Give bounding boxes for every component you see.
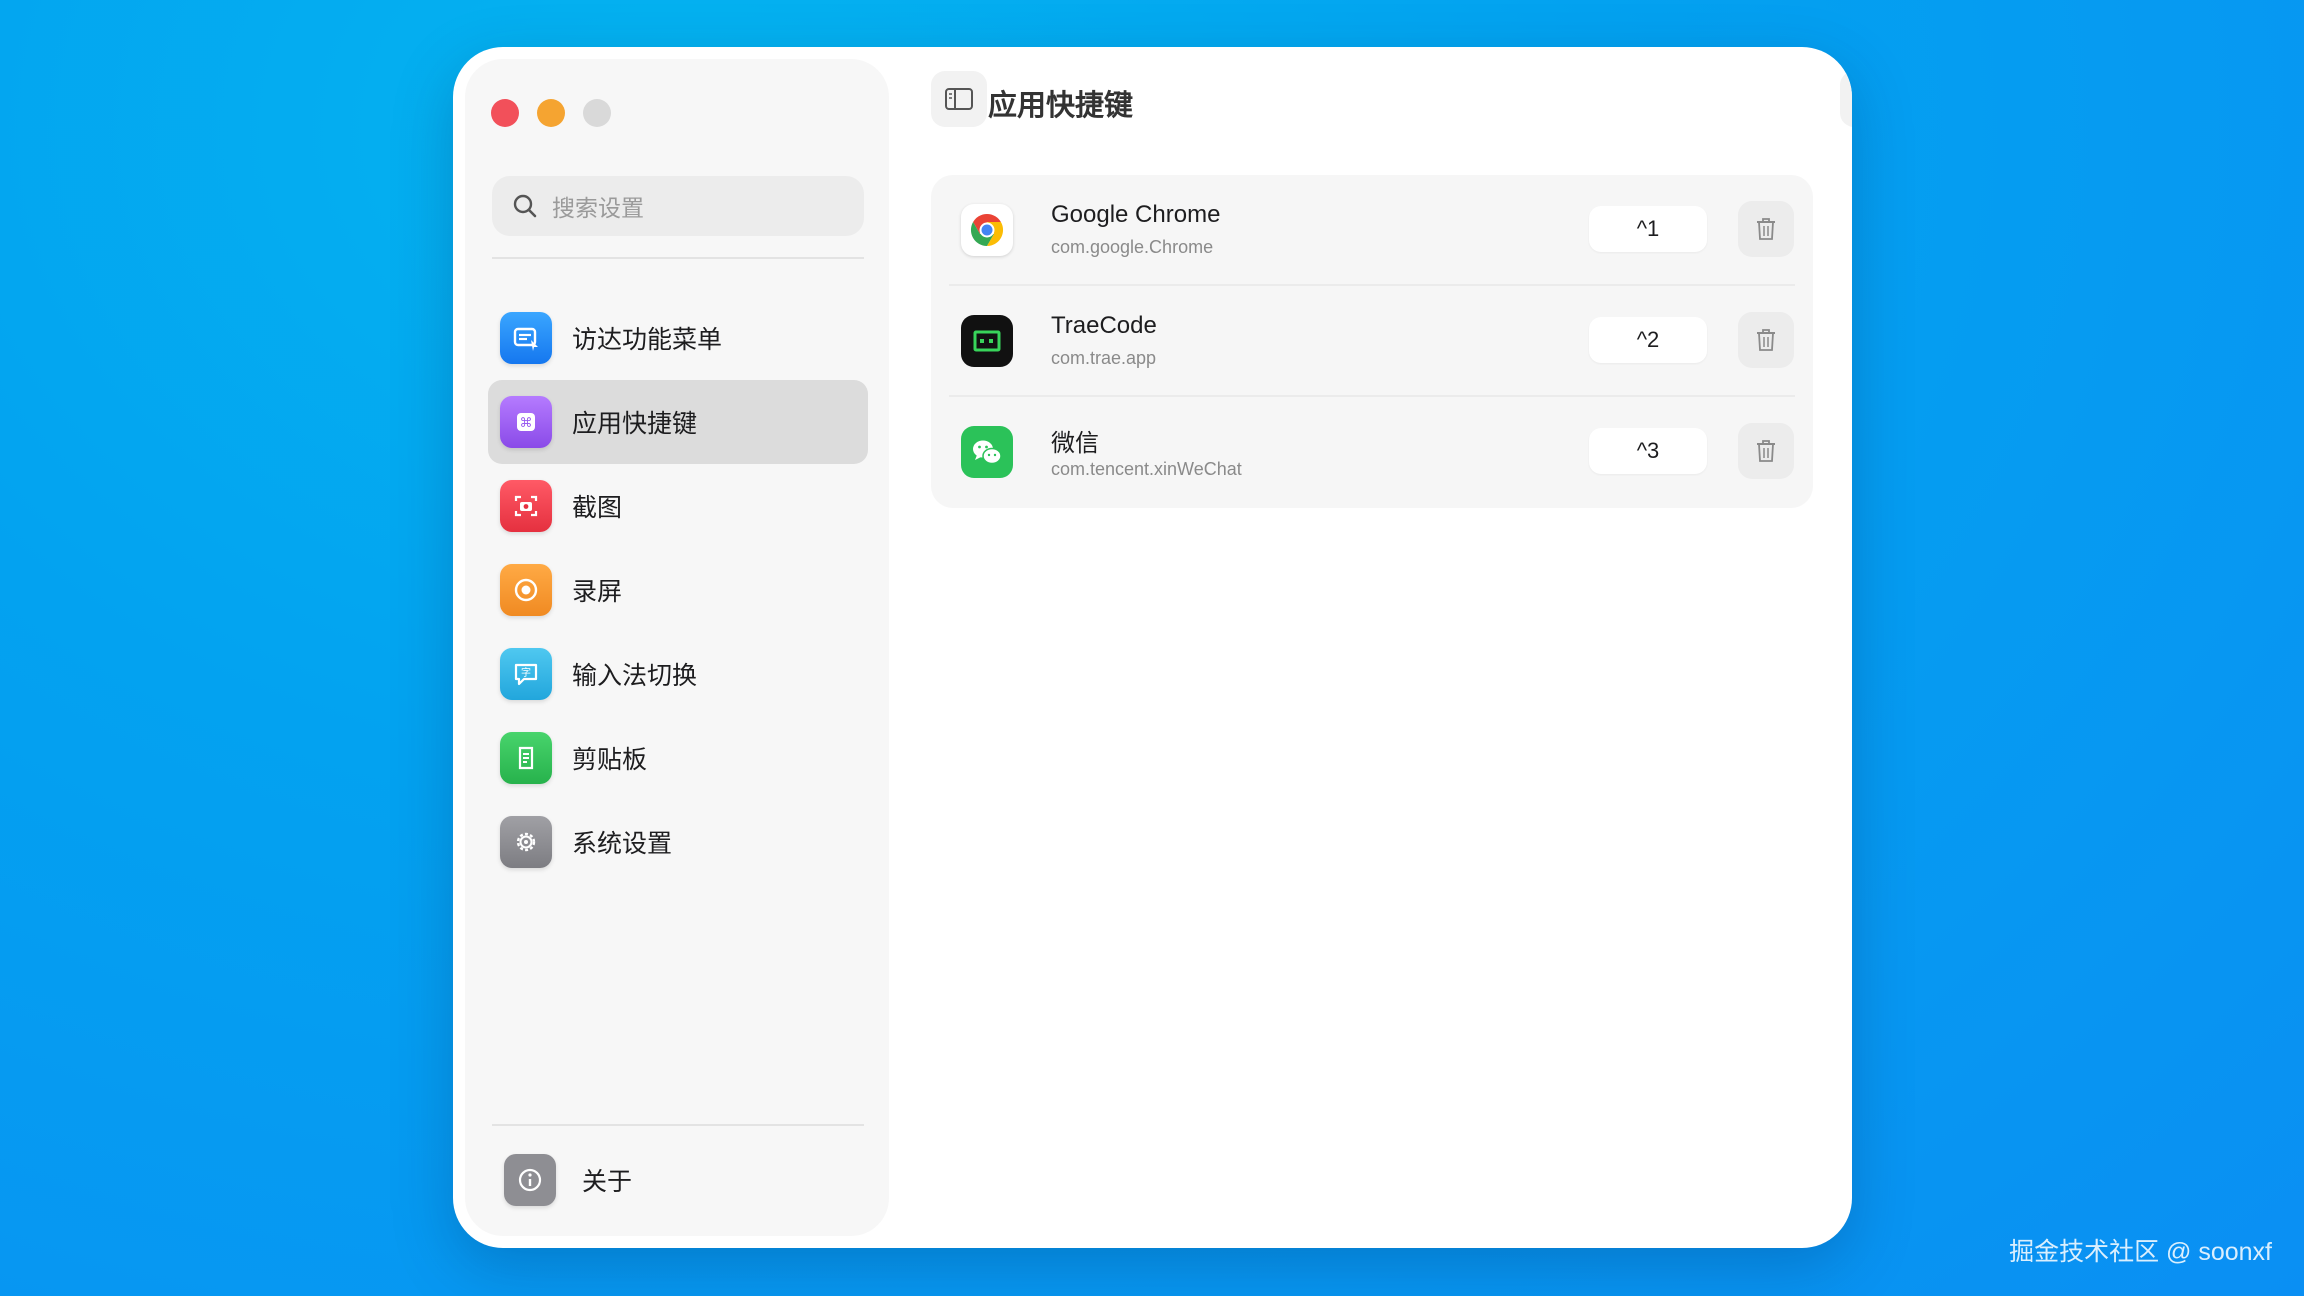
sidebar-bottom-divider <box>492 1124 864 1126</box>
command-icon: ⌘ <box>500 396 552 448</box>
input-method-icon: 字 <box>500 648 552 700</box>
sidebar-toggle-icon <box>945 88 973 110</box>
trash-icon <box>1757 218 1775 240</box>
zoom-window-button[interactable] <box>583 99 611 127</box>
sidebar-item-screenshot[interactable]: 截图 <box>488 464 868 548</box>
app-name: 微信 <box>1051 430 1099 457</box>
page-title: 应用快捷键 <box>988 90 1134 122</box>
sidebar-item-app-shortcuts[interactable]: ⌘ 应用快捷键 <box>488 380 868 464</box>
sidebar-item-label: 剪贴板 <box>572 746 648 774</box>
app-bundle-id: com.tencent.xinWeChat <box>1051 459 1242 479</box>
svg-text:字: 字 <box>521 666 531 679</box>
about-button[interactable]: 关于 <box>504 1154 632 1206</box>
finder-menu-icon <box>500 312 552 364</box>
app-window: 搜索设置 访达功能菜单 ⌘ 应用快捷键 截图 录屏 字 输入法切换 剪贴板 系统… <box>453 47 1852 1248</box>
record-icon <box>500 564 552 616</box>
list-item: 微信 com.tencent.xinWeChat ^3 <box>931 397 1813 508</box>
camera-icon <box>500 480 552 532</box>
search-icon <box>513 194 537 218</box>
app-bundle-id: com.google.Chrome <box>1051 237 1214 257</box>
close-window-button[interactable] <box>491 99 519 127</box>
list-item: Google Chrome com.google.Chrome ^1 <box>931 175 1813 286</box>
app-shortcut-list: Google Chrome com.google.Chrome ^1 TraeC… <box>931 175 1813 508</box>
sidebar-item-finder-menu[interactable]: 访达功能菜单 <box>488 296 868 380</box>
shortcut-field[interactable]: ^1 <box>1589 206 1707 252</box>
svg-text:⌘: ⌘ <box>520 416 533 431</box>
sidebar-item-label: 录屏 <box>572 578 623 606</box>
sidebar-item-label: 截图 <box>572 494 623 522</box>
trash-icon <box>1757 440 1775 462</box>
info-icon <box>504 1154 556 1206</box>
sidebar-item-clipboard[interactable]: 剪贴板 <box>488 716 868 800</box>
sidebar-toggle-button[interactable] <box>931 71 987 127</box>
gear-icon <box>500 816 552 868</box>
align-button[interactable] <box>1840 71 1852 127</box>
search-input[interactable]: 搜索设置 <box>492 176 864 236</box>
chrome-icon <box>961 204 1013 256</box>
list-item: TraeCode com.trae.app ^2 <box>931 286 1813 397</box>
watermark: 掘金技术社区 @ soonxf <box>2009 1238 2272 1266</box>
sidebar-item-screen-record[interactable]: 录屏 <box>488 548 868 632</box>
traecode-icon <box>961 315 1013 367</box>
sidebar-divider <box>492 257 864 259</box>
shortcut-field[interactable]: ^2 <box>1589 317 1707 363</box>
traffic-lights <box>491 99 611 127</box>
clipboard-icon <box>500 732 552 784</box>
app-bundle-id: com.trae.app <box>1051 348 1157 368</box>
shortcut-field[interactable]: ^3 <box>1589 428 1707 474</box>
app-name: TraeCode <box>1051 312 1157 339</box>
sidebar-item-label: 应用快捷键 <box>572 410 698 438</box>
delete-button[interactable] <box>1738 201 1794 257</box>
trash-icon <box>1757 329 1775 351</box>
minimize-window-button[interactable] <box>537 99 565 127</box>
delete-button[interactable] <box>1738 423 1794 479</box>
sidebar-nav: 访达功能菜单 ⌘ 应用快捷键 截图 录屏 字 输入法切换 剪贴板 系统设置 <box>488 296 868 884</box>
search-placeholder: 搜索设置 <box>552 195 644 221</box>
sidebar-item-label: 系统设置 <box>572 830 673 858</box>
sidebar-item-input-method[interactable]: 字 输入法切换 <box>488 632 868 716</box>
delete-button[interactable] <box>1738 312 1794 368</box>
about-label: 关于 <box>582 1168 633 1196</box>
app-name: Google Chrome <box>1051 201 1221 228</box>
sidebar-item-label: 输入法切换 <box>572 662 698 690</box>
wechat-icon <box>961 426 1013 478</box>
sidebar-item-label: 访达功能菜单 <box>572 326 723 354</box>
sidebar: 搜索设置 访达功能菜单 ⌘ 应用快捷键 截图 录屏 字 输入法切换 剪贴板 系统… <box>465 59 889 1236</box>
sidebar-item-system-settings[interactable]: 系统设置 <box>488 800 868 884</box>
